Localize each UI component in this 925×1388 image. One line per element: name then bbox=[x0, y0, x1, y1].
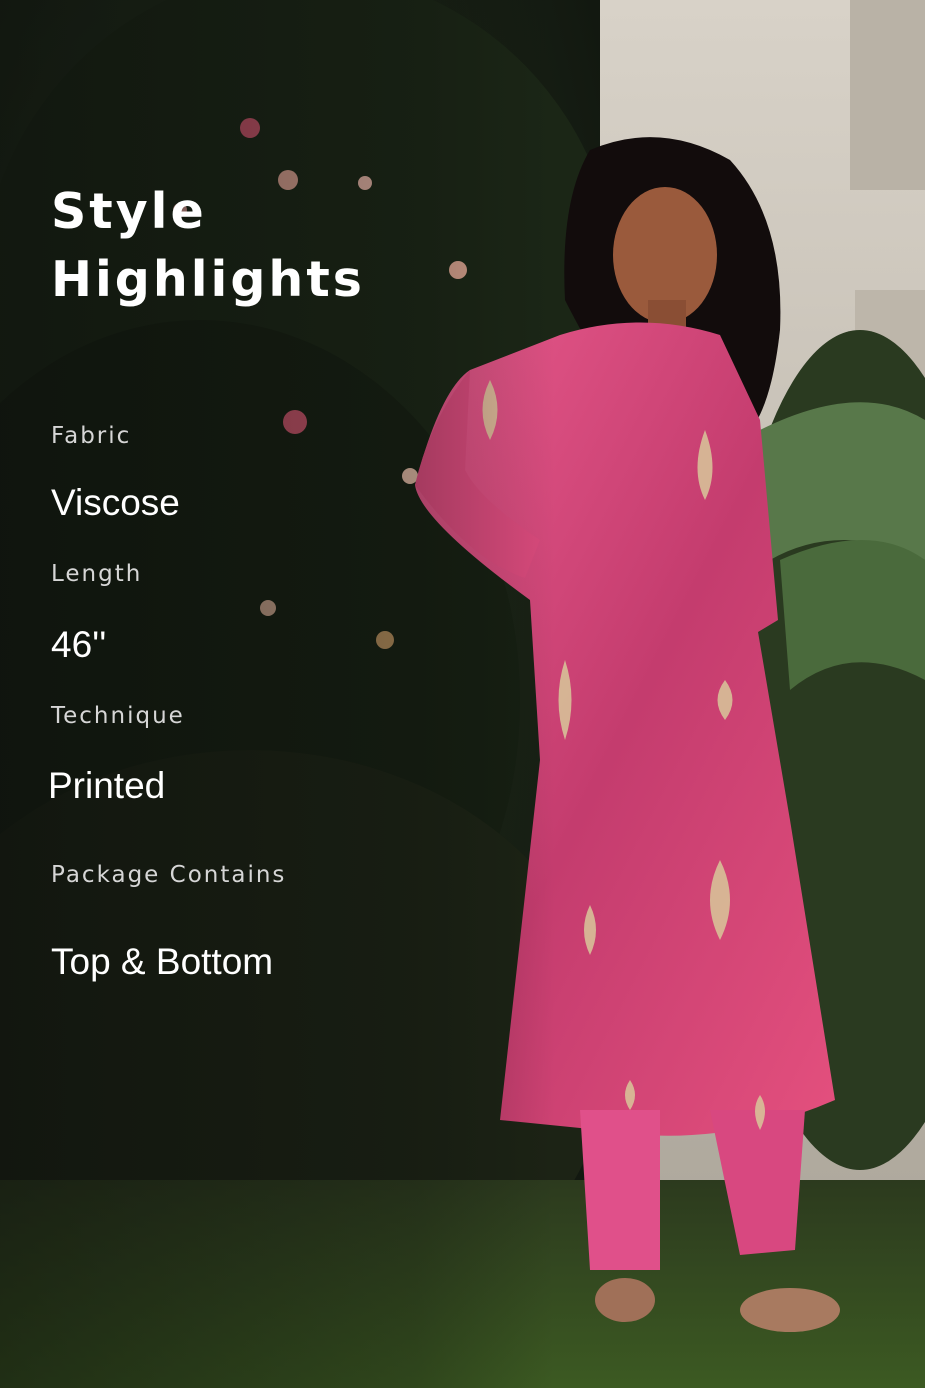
page-title: Style Highlights bbox=[51, 178, 365, 314]
length-label: Length bbox=[51, 561, 143, 587]
length-value: 46'' bbox=[51, 624, 107, 665]
fabric-label: Fabric bbox=[51, 423, 132, 449]
window-frame bbox=[850, 0, 925, 190]
package-value: Top & Bottom bbox=[51, 941, 274, 982]
package-label: Package Contains bbox=[51, 862, 287, 888]
title-line-2: Highlights bbox=[51, 251, 365, 308]
title-line-1: Style bbox=[51, 183, 207, 240]
technique-label: Technique bbox=[51, 703, 185, 729]
fabric-value: Viscose bbox=[51, 482, 180, 523]
technique-value: Printed bbox=[48, 765, 166, 806]
